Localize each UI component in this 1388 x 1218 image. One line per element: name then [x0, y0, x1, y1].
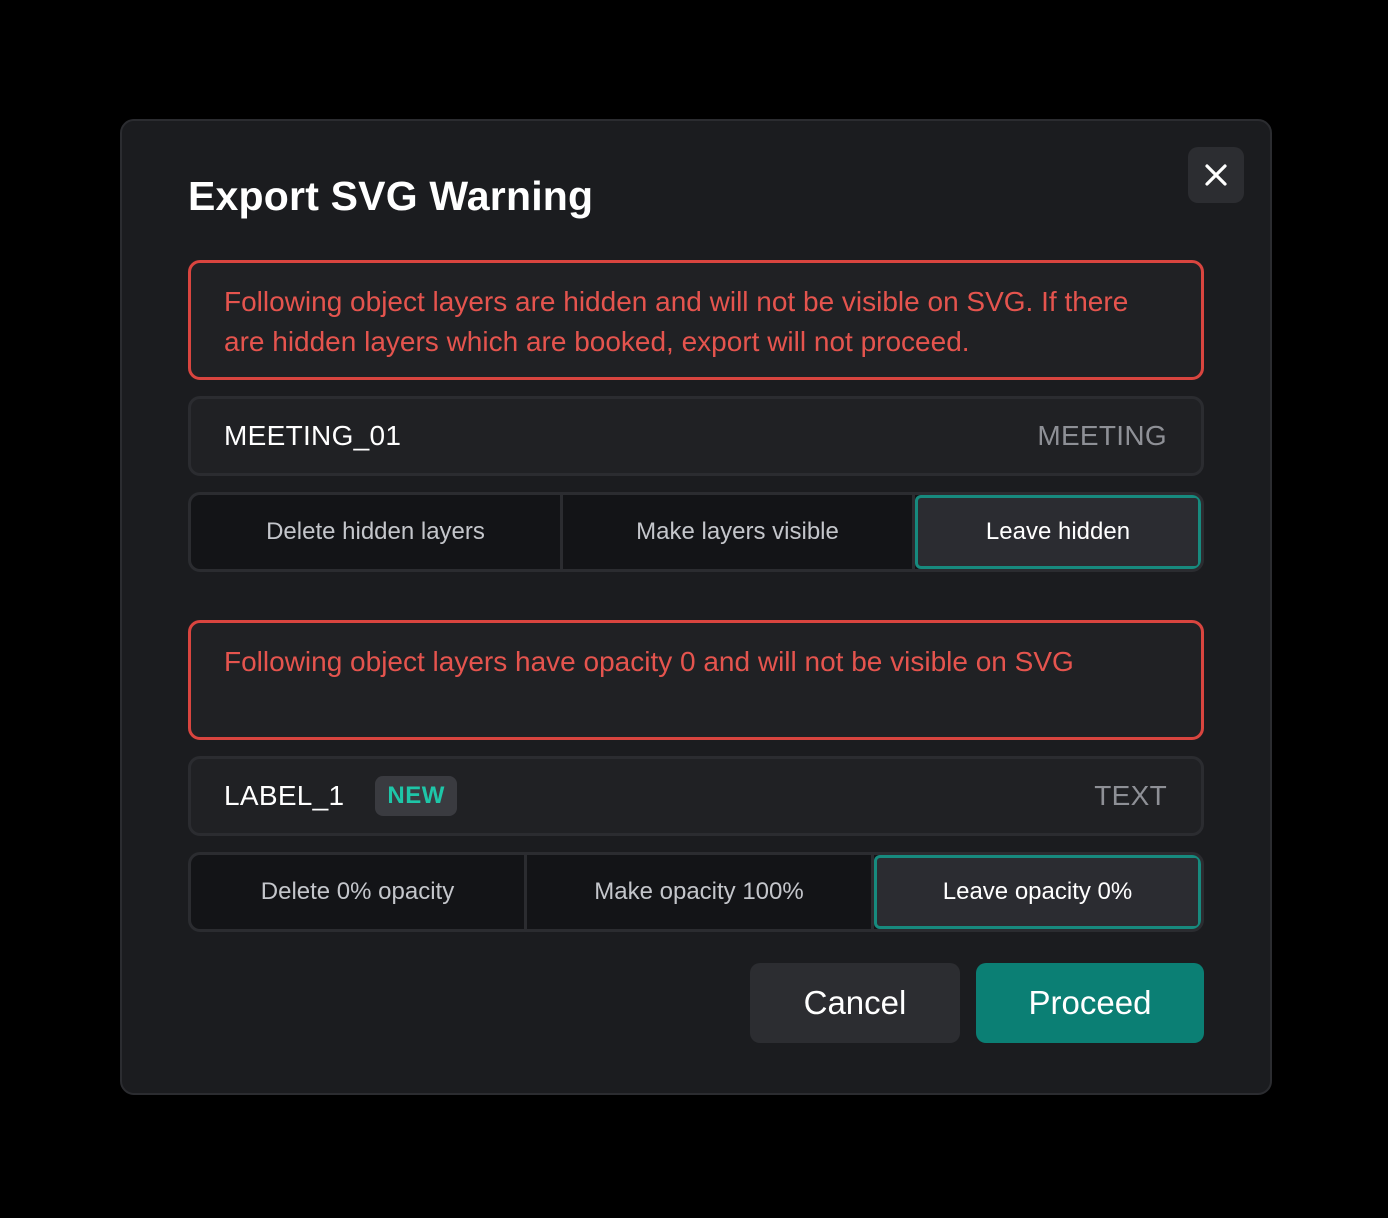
proceed-button[interactable]: Proceed — [976, 963, 1204, 1043]
layer-name: MEETING_01 — [224, 420, 402, 451]
leave-opacity-0-option[interactable]: Leave opacity 0% — [874, 855, 1201, 929]
layer-type: TEXT — [1094, 780, 1167, 811]
hidden-layer-row: MEETING_01 MEETING — [188, 396, 1204, 476]
make-opacity-100-option[interactable]: Make opacity 100% — [527, 855, 874, 929]
make-layers-visible-option[interactable]: Make layers visible — [563, 495, 915, 569]
opacity-options: Delete 0% opacity Make opacity 100% Leav… — [188, 852, 1204, 932]
opacity-layers-warning: Following object layers have opacity 0 a… — [188, 620, 1204, 740]
cancel-button[interactable]: Cancel — [750, 963, 960, 1043]
delete-zero-opacity-option[interactable]: Delete 0% opacity — [191, 855, 527, 929]
layer-type: MEETING — [1037, 420, 1167, 451]
close-icon — [1205, 164, 1227, 186]
dialog-title: Export SVG Warning — [188, 173, 594, 219]
hidden-layers-warning: Following object layers are hidden and w… — [188, 260, 1204, 380]
export-svg-warning-dialog: Export SVG Warning Following object laye… — [120, 119, 1272, 1095]
hidden-layers-options: Delete hidden layers Make layers visible… — [188, 492, 1204, 572]
delete-hidden-layers-option[interactable]: Delete hidden layers — [191, 495, 563, 569]
leave-hidden-option[interactable]: Leave hidden — [915, 495, 1201, 569]
opacity-layer-row: LABEL_1 NEW TEXT — [188, 756, 1204, 836]
layer-name: LABEL_1 — [224, 780, 345, 811]
close-button[interactable] — [1188, 147, 1244, 203]
new-badge: NEW — [375, 776, 457, 816]
